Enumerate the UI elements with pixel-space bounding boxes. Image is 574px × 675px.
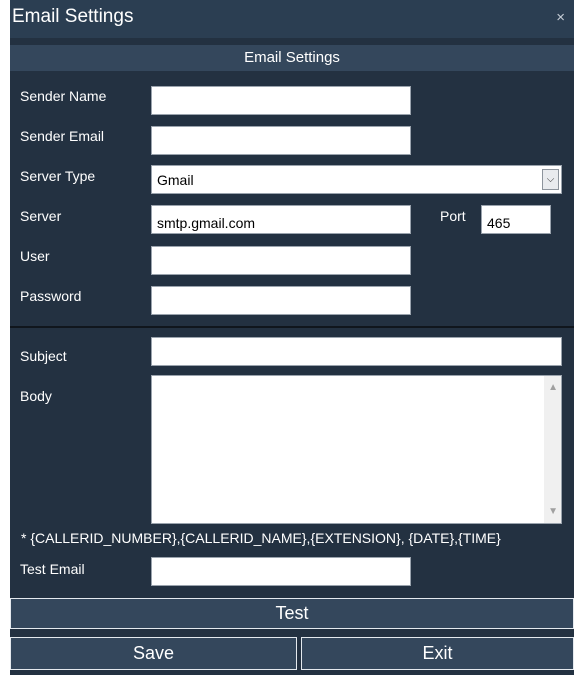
sender-email-label: Sender Email (20, 128, 105, 144)
section-header: Email Settings (10, 45, 574, 71)
user-input[interactable] (151, 246, 411, 275)
chevron-down-icon[interactable]: ⌵ (542, 169, 559, 190)
chevron-up-icon[interactable]: ▲ (548, 382, 558, 393)
body-label: Body (20, 388, 52, 404)
exit-button[interactable]: Exit (301, 637, 574, 670)
server-type-label: Server Type (20, 168, 96, 184)
window-title: Email Settings (12, 6, 134, 27)
password-input[interactable] (151, 286, 411, 315)
sender-email-input[interactable] (151, 126, 411, 155)
subject-input[interactable] (151, 337, 562, 366)
server-input[interactable] (151, 205, 411, 234)
title-bar: Email Settings × (10, 0, 574, 38)
user-label: User (20, 248, 50, 264)
port-input[interactable] (481, 205, 551, 234)
close-icon[interactable]: × (556, 9, 565, 26)
server-label: Server (20, 208, 62, 224)
chevron-down-icon[interactable]: ▼ (548, 506, 558, 517)
placeholder-tokens-note: * {CALLERID_NUMBER},{CALLERID_NAME},{EXT… (21, 530, 501, 546)
server-type-select[interactable]: Gmail ⌵ (151, 165, 562, 194)
sender-name-input[interactable] (151, 86, 411, 115)
body-scrollbar[interactable]: ▲ ▼ (544, 376, 561, 523)
test-email-input[interactable] (151, 557, 411, 586)
save-button[interactable]: Save (10, 637, 297, 670)
test-button[interactable]: Test (10, 598, 574, 629)
bottom-strip (10, 670, 574, 675)
password-label: Password (20, 288, 82, 304)
test-email-label: Test Email (20, 561, 85, 577)
body-textarea[interactable]: ▲ ▼ (151, 375, 562, 524)
server-type-value: Gmail (157, 172, 194, 188)
subject-label: Subject (20, 348, 67, 364)
email-settings-window: Email Settings × Email Settings Sender N… (10, 0, 574, 675)
port-label: Port (440, 208, 466, 224)
sender-name-label: Sender Name (20, 88, 107, 104)
section-divider (10, 326, 574, 328)
